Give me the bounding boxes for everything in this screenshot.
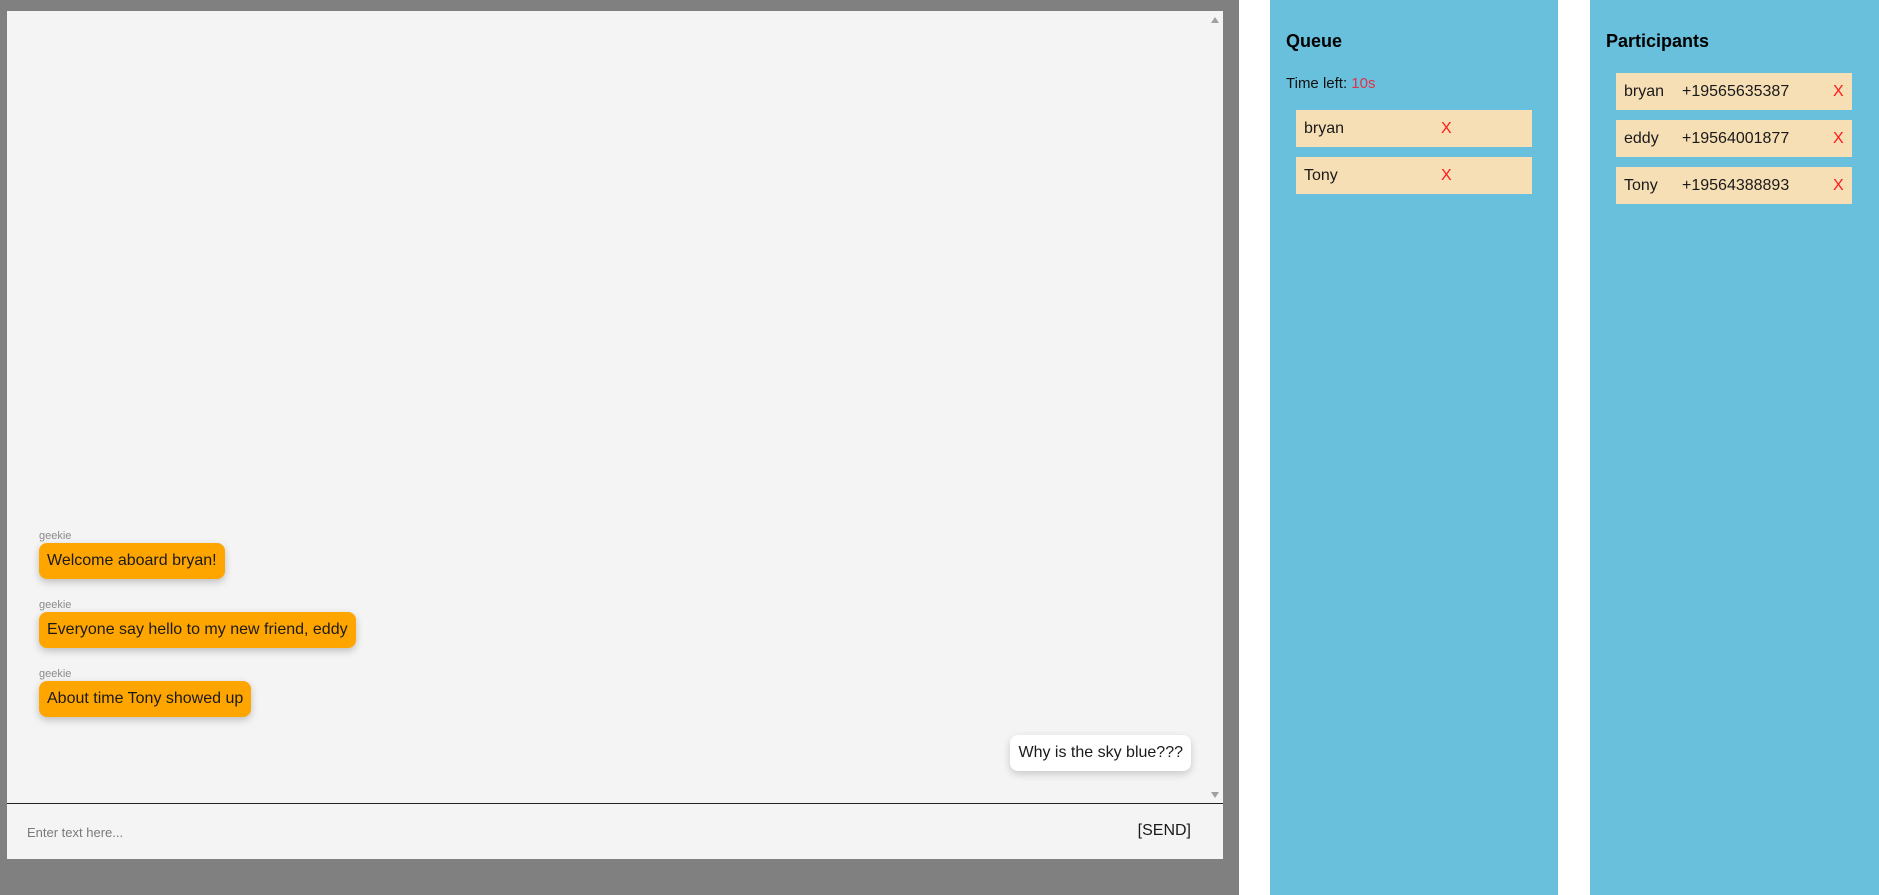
participants-title: Participants — [1606, 31, 1710, 51]
message-sender: geekie — [39, 668, 72, 680]
time-left: Time left: 10s — [1286, 75, 1375, 92]
message-item: geekie About time Tony showed up — [39, 668, 252, 717]
queue-item-name: Tony — [1304, 167, 1338, 184]
queue-item: bryan X — [1296, 110, 1532, 147]
message-list[interactable]: geekie Welcome aboard bryan! geekie Ever… — [7, 11, 1223, 803]
participant-name: eddy — [1624, 130, 1659, 147]
message-bubble: About time Tony showed up — [39, 681, 252, 717]
remove-participant-button[interactable]: X — [1833, 167, 1844, 204]
message-item: geekie Welcome aboard bryan! — [39, 530, 225, 579]
message-input-bar: [SEND] — [7, 804, 1223, 859]
message-input[interactable] — [25, 816, 1089, 848]
participant-phone: +19564388893 — [1682, 177, 1790, 194]
participant-item: bryan +19565635387 X — [1616, 73, 1852, 110]
participant-name: Tony — [1624, 177, 1658, 194]
message-sender: geekie — [39, 599, 72, 611]
user-message-bubble: Why is the sky blue??? — [1010, 735, 1191, 771]
queue-panel: Queue Time left: 10s bryan X Tony X — [1270, 0, 1558, 895]
queue-item: Tony X — [1296, 157, 1532, 194]
send-button[interactable]: [SEND] — [1138, 822, 1191, 840]
message-bubble: Everyone say hello to my new friend, edd… — [39, 612, 356, 648]
participant-phone: +19564001877 — [1682, 130, 1790, 147]
participant-phone: +19565635387 — [1682, 83, 1790, 100]
participant-item: Tony +19564388893 X — [1616, 167, 1852, 204]
remove-queue-item-button[interactable]: X — [1441, 157, 1452, 194]
message-item: geekie Everyone say hello to my new frie… — [39, 599, 356, 648]
chat-frame: geekie Welcome aboard bryan! geekie Ever… — [0, 0, 1239, 895]
participant-item: eddy +19564001877 X — [1616, 120, 1852, 157]
time-left-value: 10s — [1351, 75, 1376, 92]
message-sender: geekie — [39, 530, 72, 542]
time-left-label: Time left: — [1286, 75, 1348, 92]
participant-name: bryan — [1624, 83, 1665, 100]
message-bubble: Welcome aboard bryan! — [39, 543, 225, 579]
remove-participant-button[interactable]: X — [1833, 120, 1844, 157]
chat-window: geekie Welcome aboard bryan! geekie Ever… — [7, 11, 1223, 859]
participants-panel: Participants bryan +19565635387 X eddy +… — [1590, 0, 1879, 895]
scroll-up-arrow-icon[interactable] — [1211, 17, 1219, 23]
queue-title: Queue — [1286, 31, 1343, 51]
remove-participant-button[interactable]: X — [1833, 73, 1844, 110]
queue-item-name: bryan — [1304, 120, 1345, 137]
scroll-down-arrow-icon[interactable] — [1211, 792, 1219, 798]
remove-queue-item-button[interactable]: X — [1441, 110, 1452, 147]
